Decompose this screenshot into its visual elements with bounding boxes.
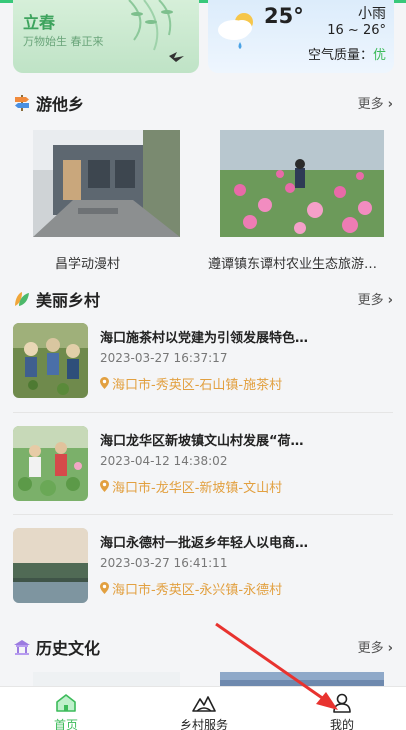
- village-item-1-location: 海口市-秀英区-石山镇-施茶村: [100, 374, 282, 393]
- tab-mine-label: 我的: [329, 718, 354, 730]
- village-item-3-location-text: 海口市-秀英区-永兴镇-永德村: [112, 583, 283, 598]
- village-item-3-time: 2023-03-27 16:41:11: [100, 556, 228, 570]
- tab-home[interactable]: 首页: [16, 687, 116, 730]
- village-item-3-location: 海口市-秀英区-永兴镇-永德村: [100, 579, 282, 598]
- person-icon: [333, 693, 351, 713]
- village-item-1-image: [13, 323, 88, 398]
- divider: [13, 514, 393, 515]
- village-item-2-location: 海口市-龙华区-新坡镇-文山村: [100, 477, 282, 496]
- mountain-icon: [192, 696, 216, 712]
- chevron-right-icon: ›: [387, 293, 393, 308]
- tab-home-label: 首页: [53, 718, 78, 730]
- divider: [13, 412, 393, 413]
- tour-card-2[interactable]: 遵谭镇东谭村农业生态旅游…: [208, 130, 384, 272]
- air-quality: 空气质量：优: [308, 44, 386, 63]
- signpost-icon: [15, 95, 29, 111]
- solar-term-title: 立春: [23, 13, 56, 32]
- weather-card[interactable]: 25° 小雨 16 ~ 26° 空气质量：优: [208, 0, 394, 73]
- willow-swallow-illustration: [128, 0, 184, 62]
- chevron-right-icon: ›: [387, 641, 393, 656]
- tour-card-1[interactable]: 昌学动漫村: [23, 130, 188, 272]
- village-section-title: 美丽乡村: [36, 291, 101, 310]
- tab-mine[interactable]: 我的: [292, 687, 392, 730]
- solar-term-card[interactable]: 立春 万物始生 春正来: [13, 0, 199, 73]
- village-item-2[interactable]: 海口龙华区新坡镇文山村发展“荷… 2023-04-12 14:38:02 海口市…: [13, 426, 393, 502]
- tour-card-1-image: [33, 130, 180, 237]
- history-section-header: 历史文化 更多 ›: [13, 634, 393, 660]
- pavilion-icon: [14, 640, 30, 655]
- home-icon: [56, 694, 76, 712]
- air-quality-label: 空气质量：: [307, 48, 373, 63]
- tab-village-service-label: 乡村服务: [179, 718, 228, 730]
- tour-more-label: 更多: [357, 97, 384, 112]
- village-item-1-time: 2023-03-27 16:37:17: [100, 351, 228, 365]
- solar-term-subtitle: 万物始生 春正来: [23, 35, 104, 48]
- village-item-3-title: 海口永德村一批返乡年轻人以电商…: [100, 536, 309, 551]
- village-more-label: 更多: [357, 293, 384, 308]
- village-item-2-image: [13, 426, 88, 501]
- bottom-tab-bar: 首页 乡村服务 我的: [0, 686, 406, 730]
- location-pin-icon: [100, 480, 109, 496]
- village-item-1-location-text: 海口市-秀英区-石山镇-施茶村: [112, 378, 283, 393]
- village-more-link[interactable]: 更多 ›: [358, 289, 393, 308]
- village-item-1-title: 海口施茶村以党建为引领发展特色…: [100, 331, 309, 346]
- village-item-2-title: 海口龙华区新坡镇文山村发展“荷…: [100, 434, 304, 449]
- location-pin-icon: [100, 582, 109, 598]
- temperature: 25°: [264, 4, 304, 28]
- tour-card-2-caption: 遵谭镇东谭村农业生态旅游…: [208, 257, 378, 272]
- history-more-label: 更多: [357, 641, 384, 656]
- history-section-title: 历史文化: [36, 639, 101, 658]
- tour-card-2-image: [220, 130, 384, 237]
- location-pin-icon: [100, 377, 109, 393]
- temperature-range: 16 ~ 26°: [327, 23, 386, 38]
- history-more-link[interactable]: 更多 ›: [358, 637, 393, 656]
- tour-more-link[interactable]: 更多 ›: [358, 93, 393, 112]
- village-section-header: 美丽乡村 更多 ›: [13, 286, 393, 312]
- chevron-right-icon: ›: [387, 97, 393, 112]
- tab-village-service[interactable]: 乡村服务: [154, 687, 254, 730]
- tour-section-title: 游他乡: [36, 95, 85, 114]
- tour-section-header: 游他乡 更多 ›: [13, 90, 393, 116]
- leaf-icon: [15, 292, 29, 306]
- village-item-1[interactable]: 海口施茶村以党建为引领发展特色… 2023-03-27 16:37:17 海口市…: [13, 323, 393, 399]
- village-item-3[interactable]: 海口永德村一批返乡年轻人以电商… 2023-03-27 16:41:11 海口市…: [13, 528, 393, 604]
- rain-cloud-icon: [218, 13, 253, 49]
- village-item-2-location-text: 海口市-龙华区-新坡镇-文山村: [112, 481, 283, 496]
- village-item-3-image: [13, 528, 88, 603]
- village-item-2-time: 2023-04-12 14:38:02: [100, 454, 228, 468]
- air-quality-value: 优: [372, 48, 386, 63]
- weather-condition: 小雨: [358, 6, 386, 22]
